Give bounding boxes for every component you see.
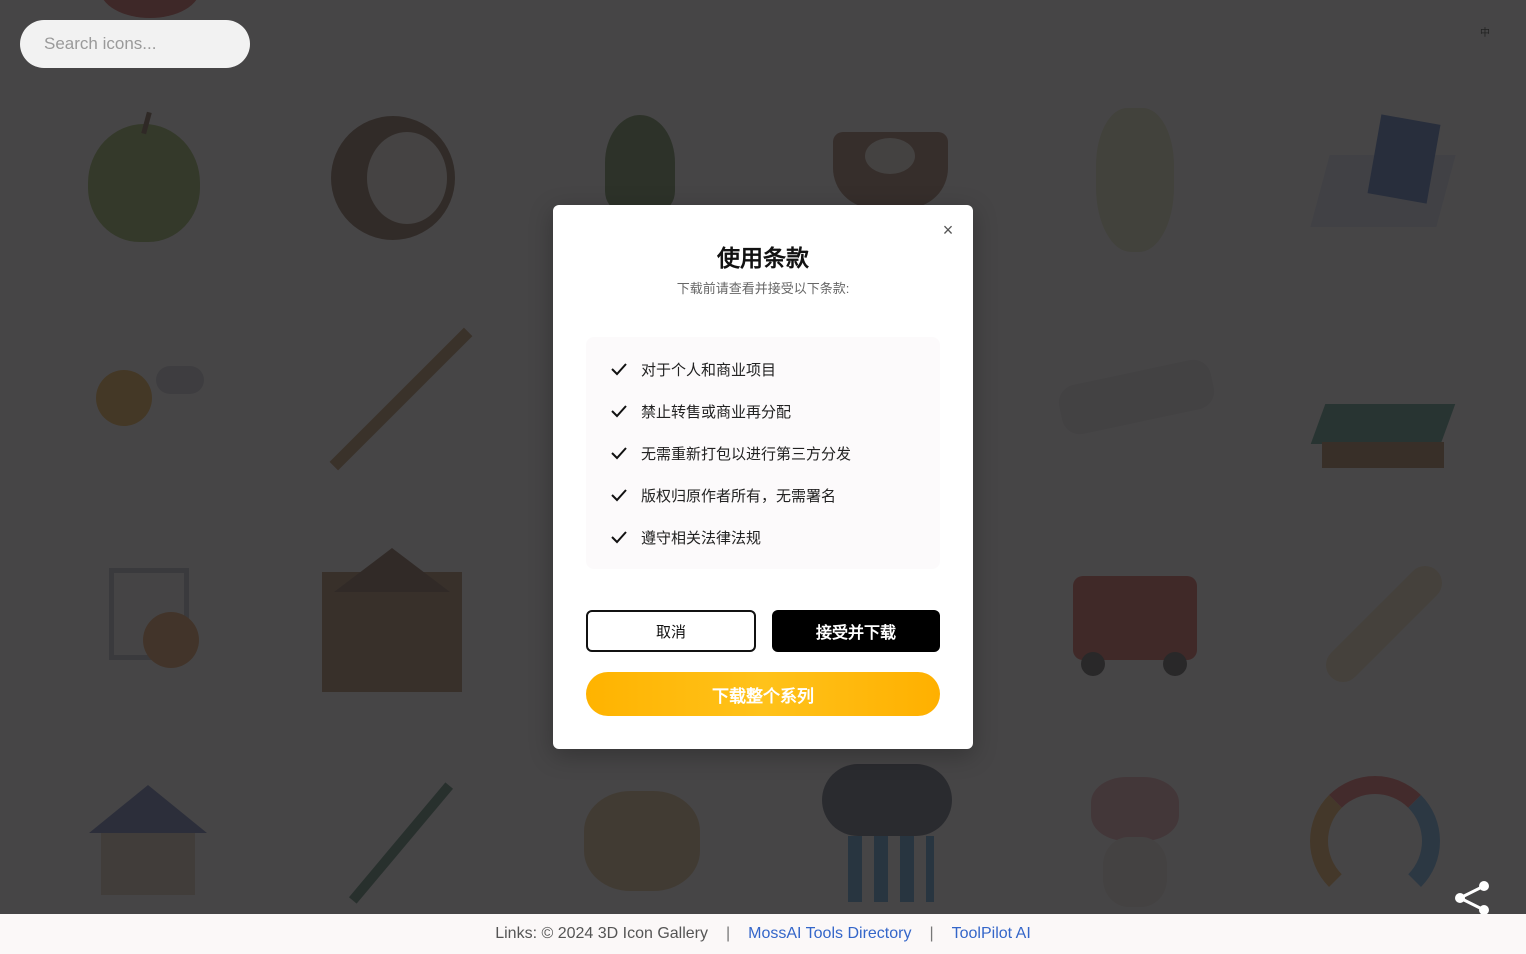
term-text: 版权归原作者所有，无需署名 xyxy=(641,487,837,505)
footer-separator: | xyxy=(726,925,731,942)
check-icon xyxy=(611,447,627,460)
cancel-button[interactable]: 取消 xyxy=(586,610,756,652)
download-series-button[interactable]: 下载整个系列 xyxy=(586,672,940,716)
footer-copyright: Links: © 2024 3D Icon Gallery xyxy=(495,925,708,942)
footer-link-mossai[interactable]: MossAI Tools Directory xyxy=(748,925,911,943)
term-text: 禁止转售或商业再分配 xyxy=(641,403,792,421)
check-icon xyxy=(611,363,627,376)
term-item: 版权归原作者所有，无需署名 xyxy=(610,483,836,507)
share-icon[interactable] xyxy=(1452,878,1492,918)
term-item: 无需重新打包以进行第三方分发 xyxy=(610,441,851,465)
modal-title: 使用条款 xyxy=(717,245,809,271)
close-icon[interactable]: × xyxy=(938,220,958,240)
accept-download-button[interactable]: 接受并下载 xyxy=(772,610,940,652)
term-item: 遵守相关法律法规 xyxy=(610,525,761,549)
term-text: 无需重新打包以进行第三方分发 xyxy=(641,445,852,463)
term-text: 对于个人和商业项目 xyxy=(641,361,777,379)
search-input[interactable] xyxy=(20,20,250,68)
footer-separator: | xyxy=(929,925,934,942)
language-toggle[interactable]: 中 xyxy=(1480,24,1490,39)
term-item: 禁止转售或商业再分配 xyxy=(610,399,791,423)
footer-link-toolpilot[interactable]: ToolPilot AI xyxy=(952,925,1031,943)
term-text: 遵守相关法律法规 xyxy=(641,529,762,547)
check-icon xyxy=(611,489,627,502)
footer: Links: © 2024 3D Icon Gallery | MossAI T… xyxy=(0,914,1526,954)
modal-subtitle: 下载前请查看并接受以下条款: xyxy=(676,281,850,296)
terms-modal: × 使用条款 下载前请查看并接受以下条款: 对于个人和商业项目 禁止转售或商业再… xyxy=(553,205,973,749)
check-icon xyxy=(611,531,627,544)
check-icon xyxy=(611,405,627,418)
term-item: 对于个人和商业项目 xyxy=(610,357,776,381)
terms-list: 对于个人和商业项目 禁止转售或商业再分配 无需重新打包以进行第三方分发 版权归原… xyxy=(586,337,940,569)
